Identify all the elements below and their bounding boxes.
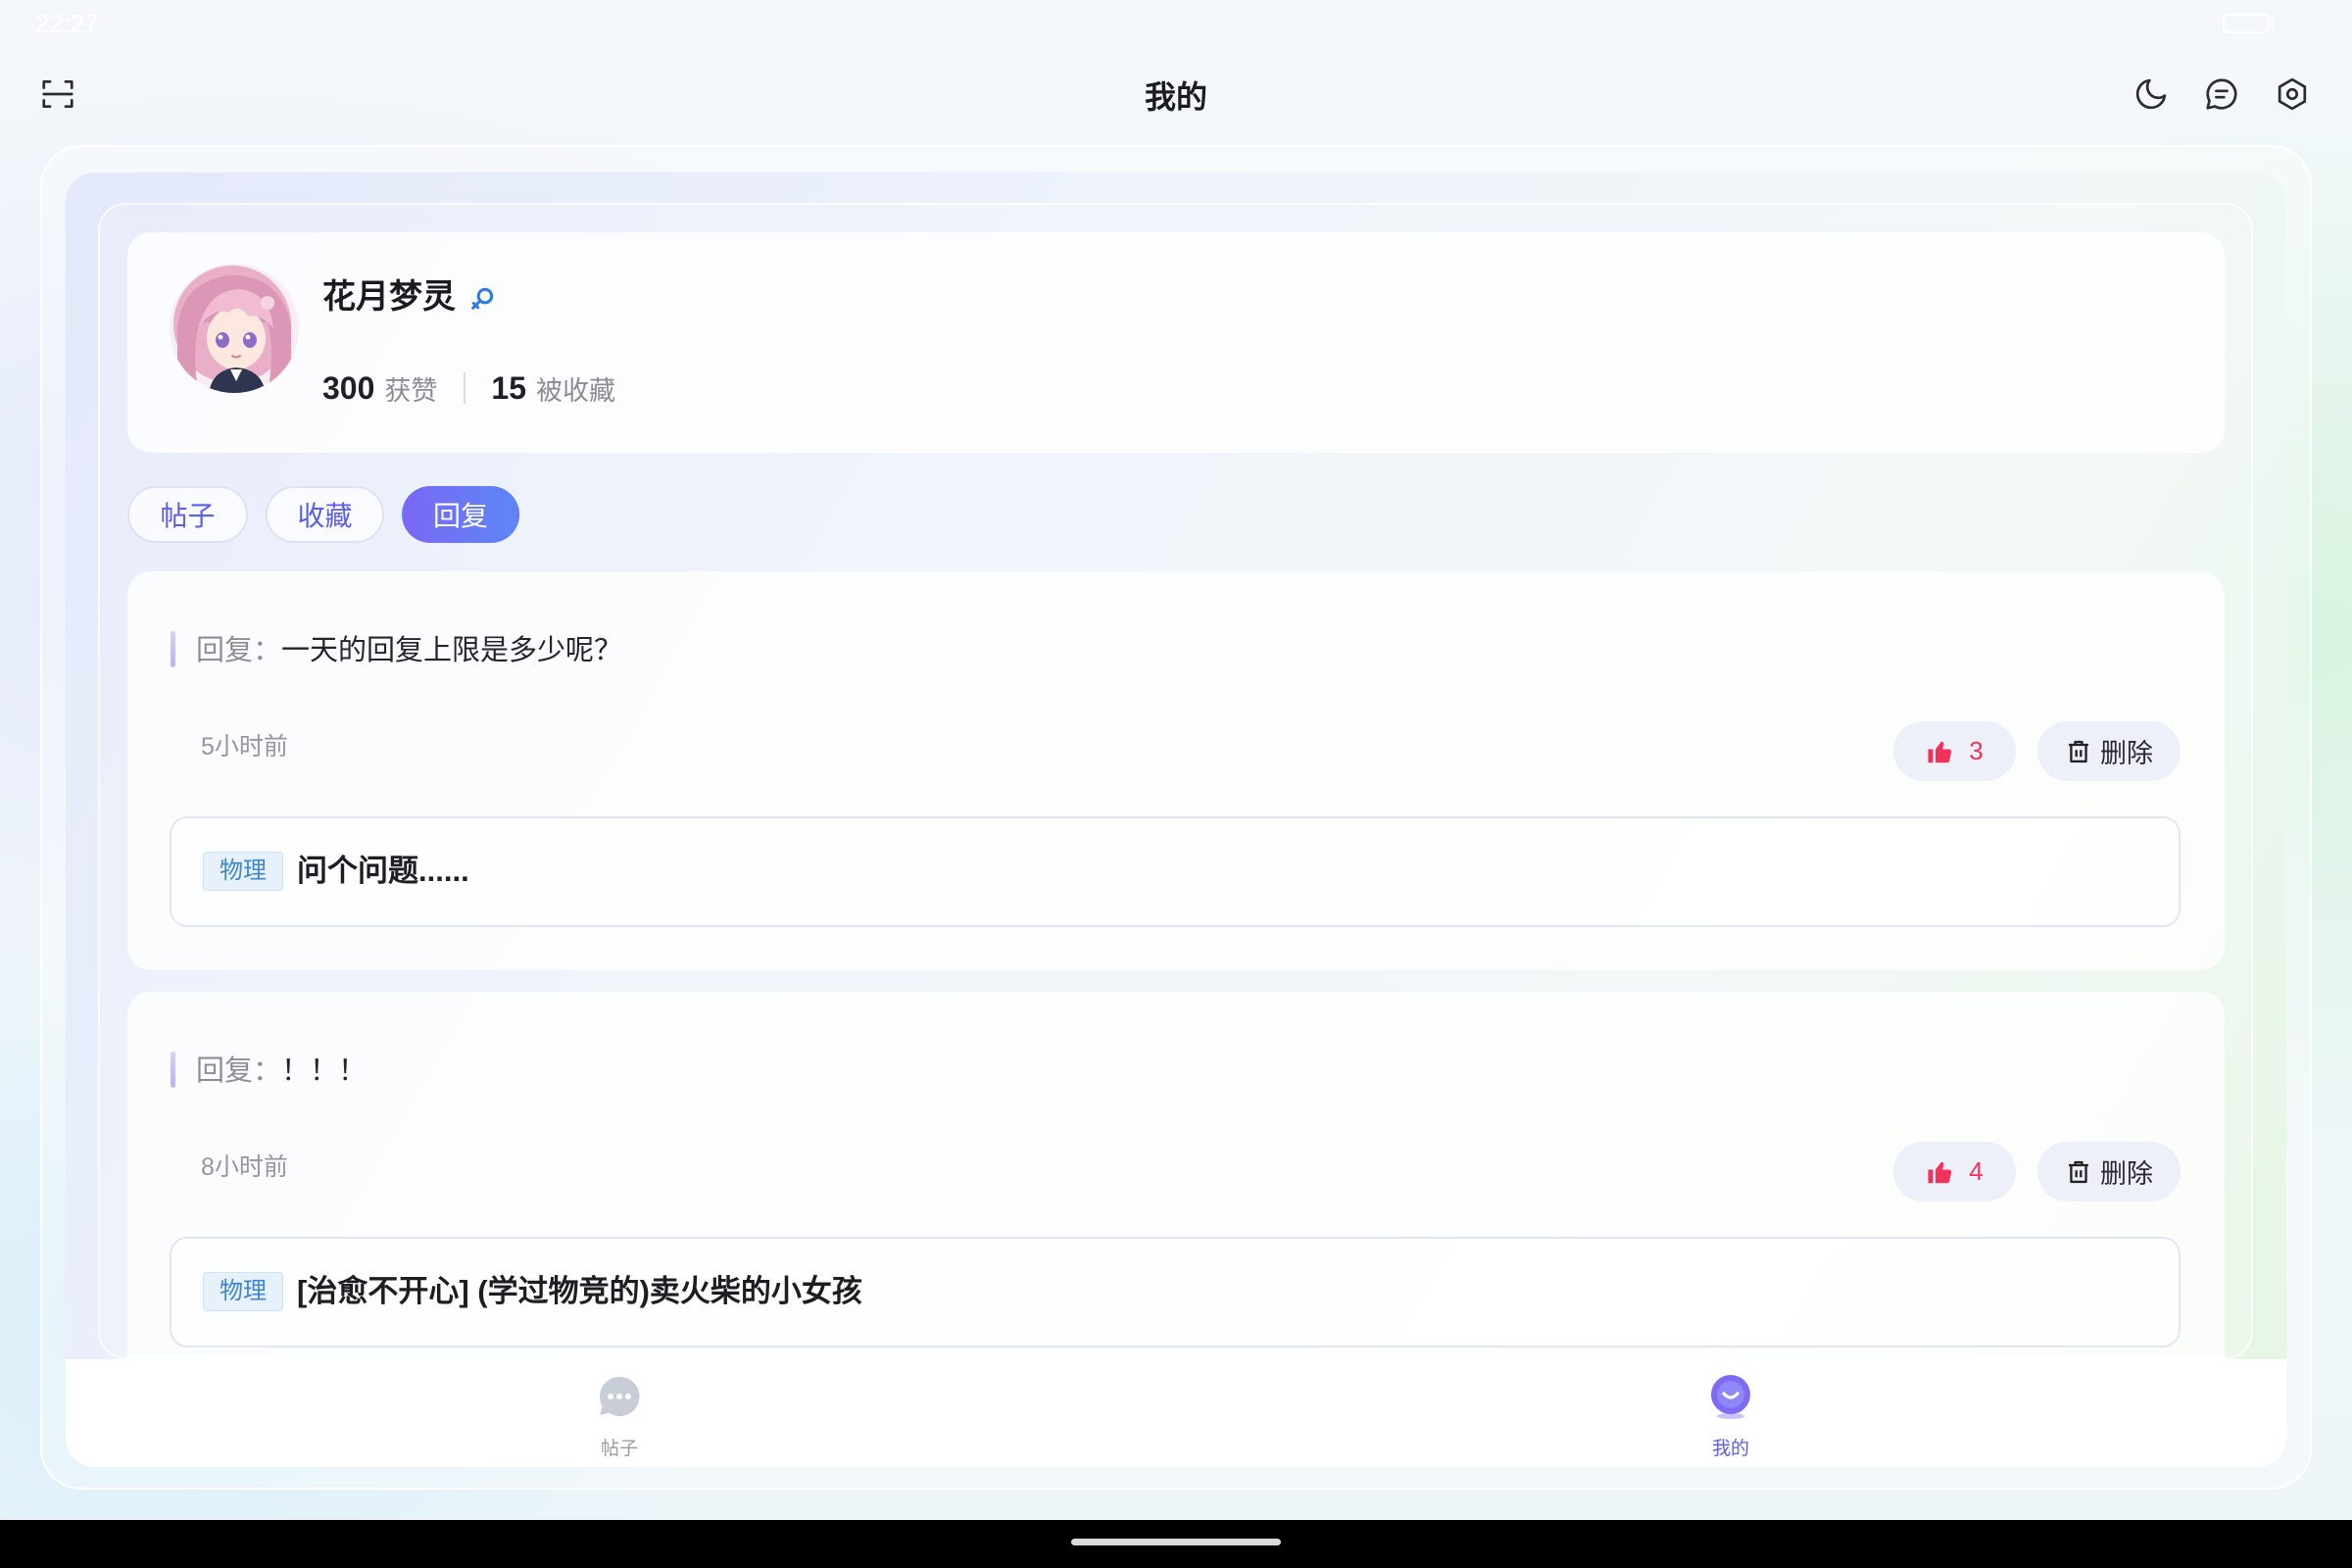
tab-replies[interactable]: 回复 <box>402 486 519 543</box>
bottom-nav: 帖子 我的 <box>66 1359 2286 1467</box>
nav-item-posts[interactable]: 帖子 <box>521 1359 717 1466</box>
reply-accent-bar <box>171 631 175 667</box>
reply-prefix: 回复： <box>196 635 282 666</box>
home-indicator[interactable] <box>1071 1539 1281 1545</box>
favorited-label: 被收藏 <box>535 375 615 406</box>
subject-tag: 物理 <box>203 852 283 891</box>
tab-posts[interactable]: 帖子 <box>127 486 248 543</box>
likes-label: 获赞 <box>384 375 438 406</box>
profile-stats: 300 获赞 15 被收藏 <box>322 367 615 410</box>
delete-button[interactable]: 删除 <box>2037 721 2180 781</box>
like-button[interactable]: 3 <box>1893 721 2016 781</box>
profile-card: 花月梦灵 300 获赞 15 被收藏 <box>127 232 2225 453</box>
reply-content: 一天的回复上限是多少呢？ <box>281 635 623 666</box>
reply-accent-bar <box>171 1052 175 1088</box>
profile-icon <box>1707 1373 1754 1420</box>
message-icon[interactable] <box>2203 75 2240 113</box>
thumbs-up-icon <box>1926 737 1955 766</box>
reply-card[interactable]: 回复：！！！ 8小时前 4 删除 物理 [治愈不开心] (学过物竞的)卖火柴的小… <box>127 992 2225 1391</box>
main-content: 花月梦灵 300 获赞 15 被收藏 帖子 收藏 回复 回复：一天的回复上限是多… <box>66 172 2286 1467</box>
subject-tag: 物理 <box>203 1272 283 1311</box>
reply-time: 8小时前 <box>201 1153 288 1181</box>
like-button[interactable]: 4 <box>1893 1142 2016 1201</box>
chat-bubble-icon <box>596 1373 643 1420</box>
stats-divider <box>464 372 466 404</box>
nav-item-me[interactable]: 我的 <box>1633 1359 1829 1466</box>
female-icon <box>468 285 496 313</box>
thumbs-up-icon <box>1926 1157 1955 1187</box>
trash-icon <box>2065 738 2092 765</box>
battery-icon <box>2223 14 2274 33</box>
likes-count: 300 <box>322 369 375 406</box>
page-title: 我的 <box>1144 79 1207 115</box>
reply-content: ！！！ <box>281 1055 368 1087</box>
post-title: 问个问题...... <box>297 854 469 888</box>
delete-button[interactable]: 删除 <box>2037 1142 2180 1201</box>
username: 花月梦灵 <box>322 278 456 316</box>
reply-text: 回复：一天的回复上限是多少呢？ <box>196 633 622 668</box>
status-time: 22:27 <box>35 9 100 38</box>
nav-label: 帖子 <box>600 1439 638 1459</box>
delete-label: 删除 <box>2100 1159 2153 1189</box>
nav-label: 我的 <box>1711 1439 1749 1459</box>
moon-icon[interactable] <box>2132 75 2170 113</box>
tab-favorites[interactable]: 收藏 <box>266 486 384 543</box>
reply-text: 回复：！！！ <box>196 1054 367 1089</box>
post-title: [治愈不开心] (学过物竞的)卖火柴的小女孩 <box>297 1274 862 1308</box>
reply-time: 5小时前 <box>201 733 288 760</box>
avatar[interactable] <box>170 264 299 393</box>
like-count: 4 <box>1969 1156 1984 1186</box>
like-count: 3 <box>1969 736 1984 765</box>
trash-icon <box>2065 1158 2092 1186</box>
delete-label: 删除 <box>2100 739 2153 768</box>
settings-icon[interactable] <box>2274 75 2311 113</box>
original-post-link[interactable]: 物理 [治愈不开心] (学过物竞的)卖火柴的小女孩 <box>170 1237 2180 1348</box>
favorited-count: 15 <box>491 369 526 406</box>
original-post-link[interactable]: 物理 问个问题...... <box>170 816 2180 927</box>
reply-prefix: 回复： <box>196 1055 282 1087</box>
reply-card[interactable]: 回复：一天的回复上限是多少呢？ 5小时前 3 删除 物理 问个问题...... <box>127 571 2225 970</box>
